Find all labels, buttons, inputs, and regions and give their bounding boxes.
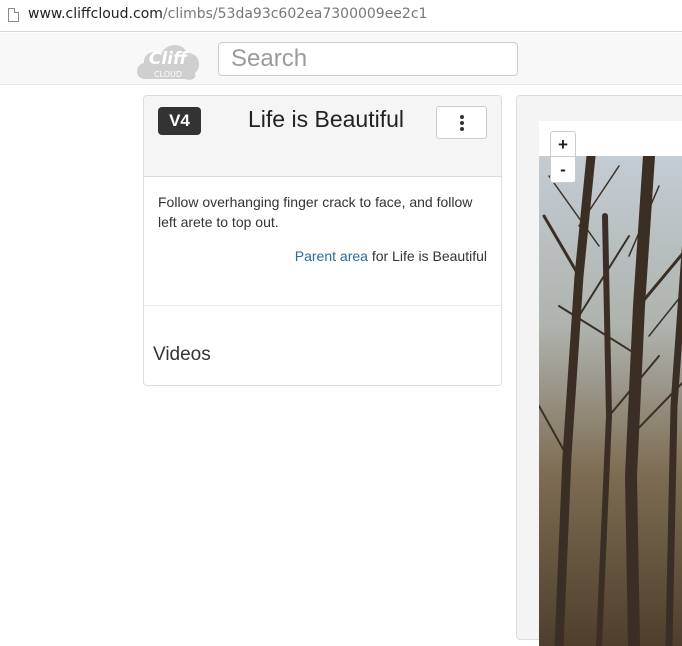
browser-address-bar[interactable]: www.cliffcloud.com/climbs/53da93c602ea73… [0, 0, 682, 32]
climb-menu-button[interactable] [436, 106, 487, 139]
videos-heading: Videos [153, 344, 211, 365]
page-icon [8, 8, 19, 22]
logo-text-main: Cliff [149, 49, 189, 69]
vertical-ellipsis-icon [460, 115, 464, 131]
search-input[interactable] [218, 42, 518, 76]
logo-text-sub: CLOUD [154, 70, 182, 79]
climb-description: Follow overhanging finger crack to face,… [158, 194, 473, 230]
url-path: /climbs/53da93c602ea7300009ee2c1 [162, 6, 428, 22]
url-text[interactable]: www.cliffcloud.com/climbs/53da93c602ea73… [28, 6, 427, 22]
climb-photo[interactable] [539, 156, 682, 646]
divider [144, 305, 501, 306]
cloud-logo-icon[interactable]: Cliff CLOUD [133, 35, 203, 83]
zoom-in-button[interactable]: + [551, 132, 575, 157]
parent-area-line: Parent area for Life is Beautiful [295, 248, 487, 264]
climb-title: Life is Beautiful [248, 106, 404, 132]
zoom-out-button[interactable]: - [551, 157, 575, 182]
parent-area-link[interactable]: Parent area [295, 248, 368, 264]
left-blank-column [0, 86, 143, 636]
climb-panel-header: V4 Life is Beautiful [144, 96, 501, 177]
url-host: www.cliffcloud.com [28, 6, 163, 22]
parent-area-suffix: for Life is Beautiful [367, 248, 487, 264]
grade-badge: V4 [158, 107, 201, 135]
photo-panel: + - [516, 95, 682, 646]
climb-panel: V4 Life is Beautiful Follow overhanging … [143, 95, 502, 386]
site-navbar: Cliff CLOUD [0, 33, 682, 85]
photo-map-container[interactable]: + - [539, 121, 682, 646]
zoom-control: + - [550, 131, 576, 183]
